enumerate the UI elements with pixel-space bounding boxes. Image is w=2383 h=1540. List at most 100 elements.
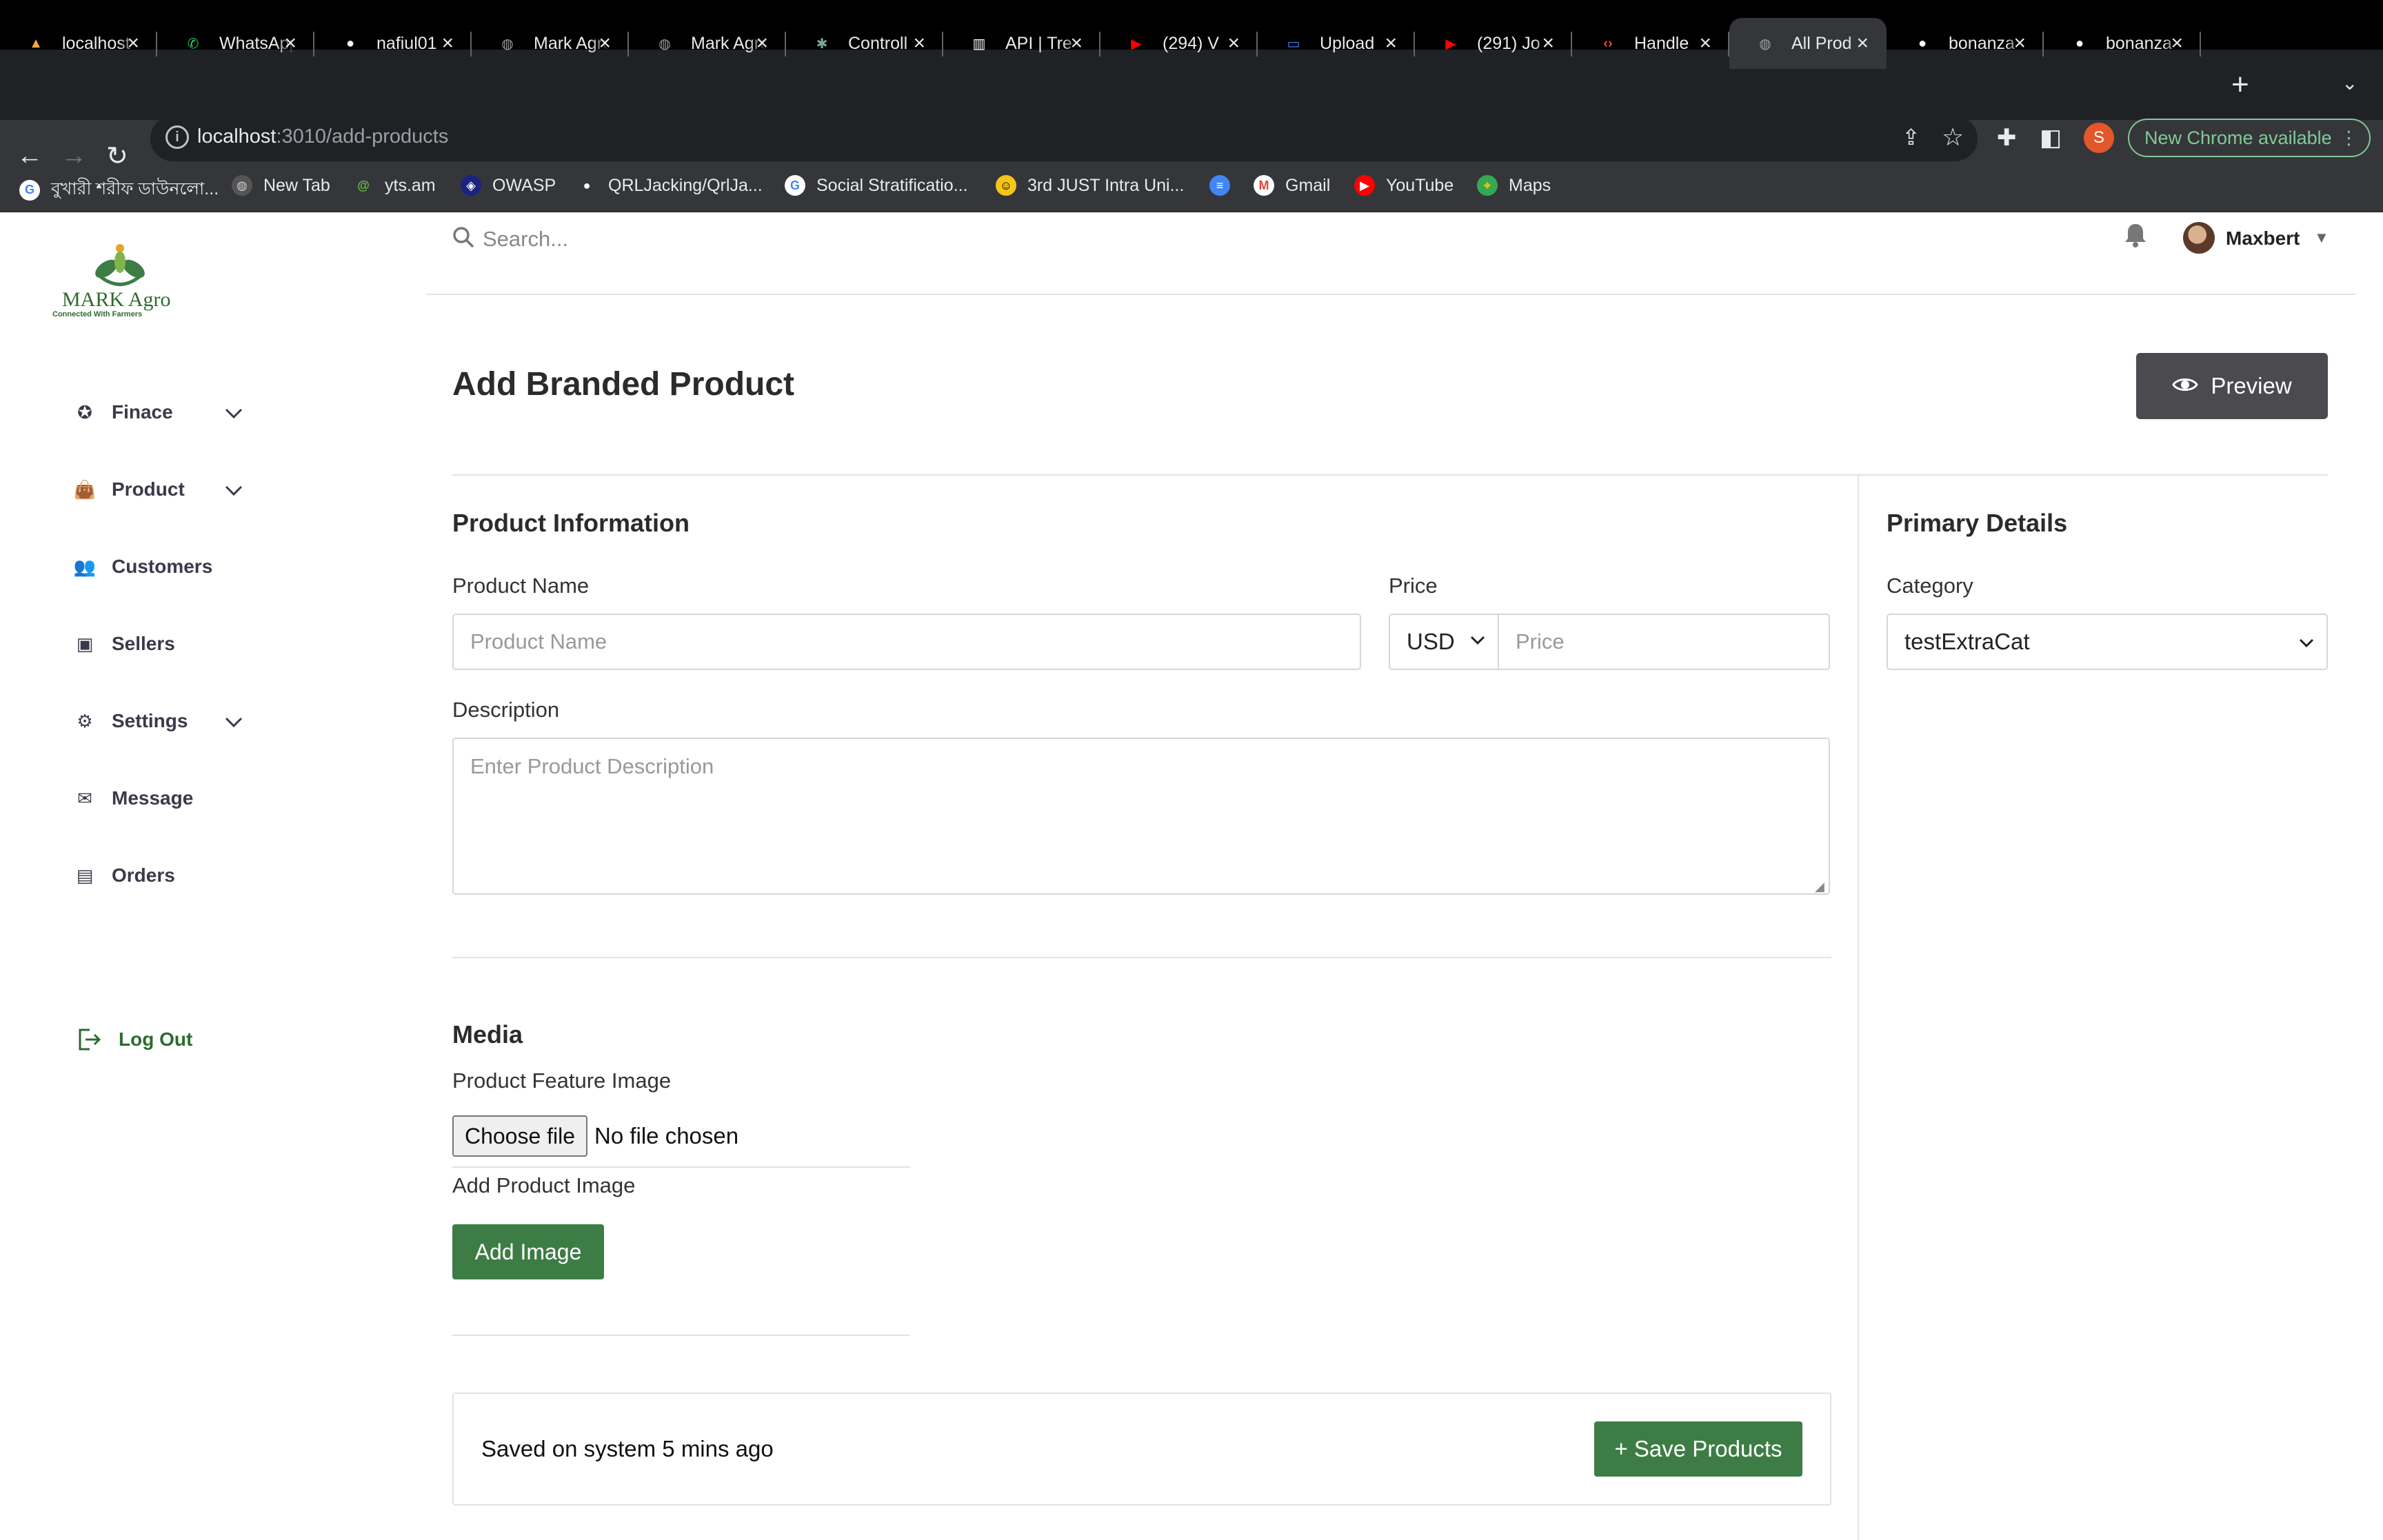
bookmark-item[interactable]: ≡ xyxy=(1209,175,1241,196)
chevron-down-icon[interactable] xyxy=(225,403,243,424)
browser-tab[interactable]: ◍ All Prod × xyxy=(1729,18,1887,69)
browser-tab[interactable]: ◍ Mark Agro × xyxy=(472,18,629,69)
profile-avatar[interactable]: S xyxy=(2084,123,2114,153)
bookmark-item[interactable]: ▶ YouTube xyxy=(1354,175,1454,196)
bookmark-item[interactable]: M Gmail xyxy=(1254,175,1330,196)
site-info-icon[interactable]: i xyxy=(165,125,189,149)
category-label: Category xyxy=(1887,574,1973,598)
choose-file-button[interactable]: Choose file xyxy=(452,1115,587,1157)
bookmark-item[interactable]: ⌖ Maps xyxy=(1477,175,1551,196)
docs-icon: ≡ xyxy=(1209,175,1230,196)
browser-tab[interactable]: ● bonanza × xyxy=(1887,18,2044,69)
save-products-button[interactable]: + Save Products xyxy=(1594,1421,1802,1477)
add-image-button[interactable]: Add Image xyxy=(452,1224,604,1279)
github-icon: ● xyxy=(345,35,355,51)
browser-tab[interactable]: ▭ Upload × xyxy=(1258,18,1415,69)
product-name-input[interactable] xyxy=(452,614,1361,670)
browser-tab[interactable]: ✆ WhatsApp × xyxy=(157,18,314,69)
notification-bell-icon[interactable] xyxy=(2124,222,2147,255)
chrome-update-button[interactable]: New Chrome available ⋮ xyxy=(2128,119,2371,157)
close-icon[interactable]: × xyxy=(284,32,296,55)
list-icon: ▤ xyxy=(76,864,94,886)
price-input[interactable] xyxy=(1498,614,1830,670)
bookmark-item[interactable]: ☺ 3rd JUST Intra Uni... xyxy=(996,175,1184,196)
preview-button[interactable]: Preview xyxy=(2136,353,2328,419)
feature-image-file-input[interactable]: Choose file No file chosen xyxy=(452,1115,738,1157)
bookmark-label: Maps xyxy=(1509,175,1551,195)
close-icon[interactable]: × xyxy=(2171,32,2183,55)
bookmark-item[interactable]: G বুখারী শরীফ ডাউনলো... xyxy=(19,175,219,205)
new-tab-button[interactable]: + xyxy=(2231,68,2249,102)
sidebar-item-sellers[interactable]: ▣ Sellers xyxy=(74,633,254,655)
brand-logo[interactable]: MARK Agro Connected With Farmers xyxy=(51,241,175,324)
bookmark-label: Gmail xyxy=(1285,175,1331,195)
globe-icon: ◍ xyxy=(232,175,252,196)
tab-favicon-localhost: ▲ xyxy=(29,35,43,51)
bookmark-star-icon[interactable]: ☆ xyxy=(1942,123,1964,152)
sidebar-item-message[interactable]: ✉ Message xyxy=(74,787,254,809)
resize-handle-icon[interactable]: ◢ xyxy=(1815,880,1824,894)
close-icon[interactable]: × xyxy=(756,32,768,55)
maps-icon: ⌖ xyxy=(1477,175,1498,196)
browser-tab[interactable]: ▶ (294) V × xyxy=(1100,18,1258,69)
tab-search-chevron-icon[interactable]: ⌄ xyxy=(2342,72,2357,94)
chevron-down-icon[interactable] xyxy=(225,480,243,501)
leaf-logo-icon xyxy=(95,244,145,286)
share-icon[interactable]: ⇪ xyxy=(1902,124,1920,150)
user-menu-caret-icon[interactable]: ▼ xyxy=(2314,229,2329,247)
browser-tab[interactable]: ▥ API | Tre × xyxy=(943,18,1100,69)
google-icon: G xyxy=(19,179,40,201)
browser-tab[interactable]: ✱ Controll × xyxy=(786,18,943,69)
bookmark-label: Social Stratificatio... xyxy=(816,175,968,195)
description-textarea[interactable] xyxy=(452,738,1830,895)
sidebar-item-finace[interactable]: ✪ Finace xyxy=(74,401,254,423)
close-icon[interactable]: × xyxy=(441,32,454,55)
browser-tab[interactable]: ▲ localhost × xyxy=(0,18,157,69)
user-avatar[interactable] xyxy=(2183,222,2215,254)
close-icon[interactable]: × xyxy=(599,32,611,55)
logout-label: Log Out xyxy=(119,1029,193,1050)
bookmark-item[interactable]: ◈ OWASP xyxy=(461,175,556,196)
browser-tab[interactable]: ▶ (291) Jo × xyxy=(1415,18,1572,69)
close-icon[interactable]: × xyxy=(1070,32,1083,55)
extensions-puzzle-icon[interactable]: ✚ xyxy=(1997,124,2017,152)
browser-tab[interactable]: ‹› Handle × xyxy=(1572,18,1729,69)
currency-select[interactable]: USD xyxy=(1389,614,1499,670)
category-select[interactable]: testExtraCat xyxy=(1887,614,2328,670)
google-icon: G xyxy=(785,175,805,196)
user-name[interactable]: Maxbert xyxy=(2226,227,2300,250)
emoji-icon: ☺ xyxy=(996,175,1016,196)
sidebar-item-orders[interactable]: ▤ Orders xyxy=(74,864,254,886)
github-icon: ● xyxy=(576,175,597,196)
bookmark-item[interactable]: ● QRLJacking/QrlJa... xyxy=(576,175,763,196)
url-text[interactable]: localhost:3010/add-products xyxy=(197,125,448,148)
bookmark-label: YouTube xyxy=(1386,175,1454,195)
close-icon[interactable]: × xyxy=(913,32,925,55)
close-icon[interactable]: × xyxy=(1542,32,1554,55)
sidebar-item-settings[interactable]: ⚙ Settings xyxy=(74,710,254,732)
address-bar[interactable]: i localhost:3010/add-products ⇪ ☆ xyxy=(150,116,1978,161)
close-icon[interactable]: × xyxy=(1385,32,1397,55)
side-panel-icon[interactable]: ◧ xyxy=(2040,124,2062,152)
sidebar-item-customers[interactable]: 👥 Customers xyxy=(74,556,254,578)
sidebar-item-product[interactable]: 👜 Product xyxy=(74,478,254,500)
close-icon[interactable]: × xyxy=(1856,32,1869,55)
close-icon[interactable]: × xyxy=(1227,32,1240,55)
close-icon[interactable]: × xyxy=(2013,32,2026,55)
bookmark-item[interactable]: ◍ New Tab xyxy=(232,175,330,196)
bookmark-item[interactable]: G Social Stratificatio... xyxy=(785,175,968,196)
chevron-down-icon[interactable] xyxy=(225,711,243,733)
browser-tab[interactable]: ◍ Mark Agro × xyxy=(629,18,786,69)
logout-link[interactable]: Log Out xyxy=(74,1026,192,1053)
close-icon[interactable]: × xyxy=(1699,32,1711,55)
bookmark-label: 3rd JUST Intra Uni... xyxy=(1027,175,1185,195)
contact-book-icon: ▣ xyxy=(76,633,94,654)
search-input[interactable] xyxy=(483,222,1034,256)
globe-icon: ◍ xyxy=(501,36,514,52)
browser-tab[interactable]: ● nafiul01 × xyxy=(314,18,472,69)
close-icon[interactable]: × xyxy=(127,32,139,55)
sidebar-item-label: Orders xyxy=(112,864,175,886)
bookmark-item[interactable]: @ yts.am xyxy=(353,175,436,196)
browser-tab[interactable]: ● bonanza × xyxy=(2044,18,2201,69)
more-options-icon[interactable]: ⋮ xyxy=(2340,120,2358,156)
